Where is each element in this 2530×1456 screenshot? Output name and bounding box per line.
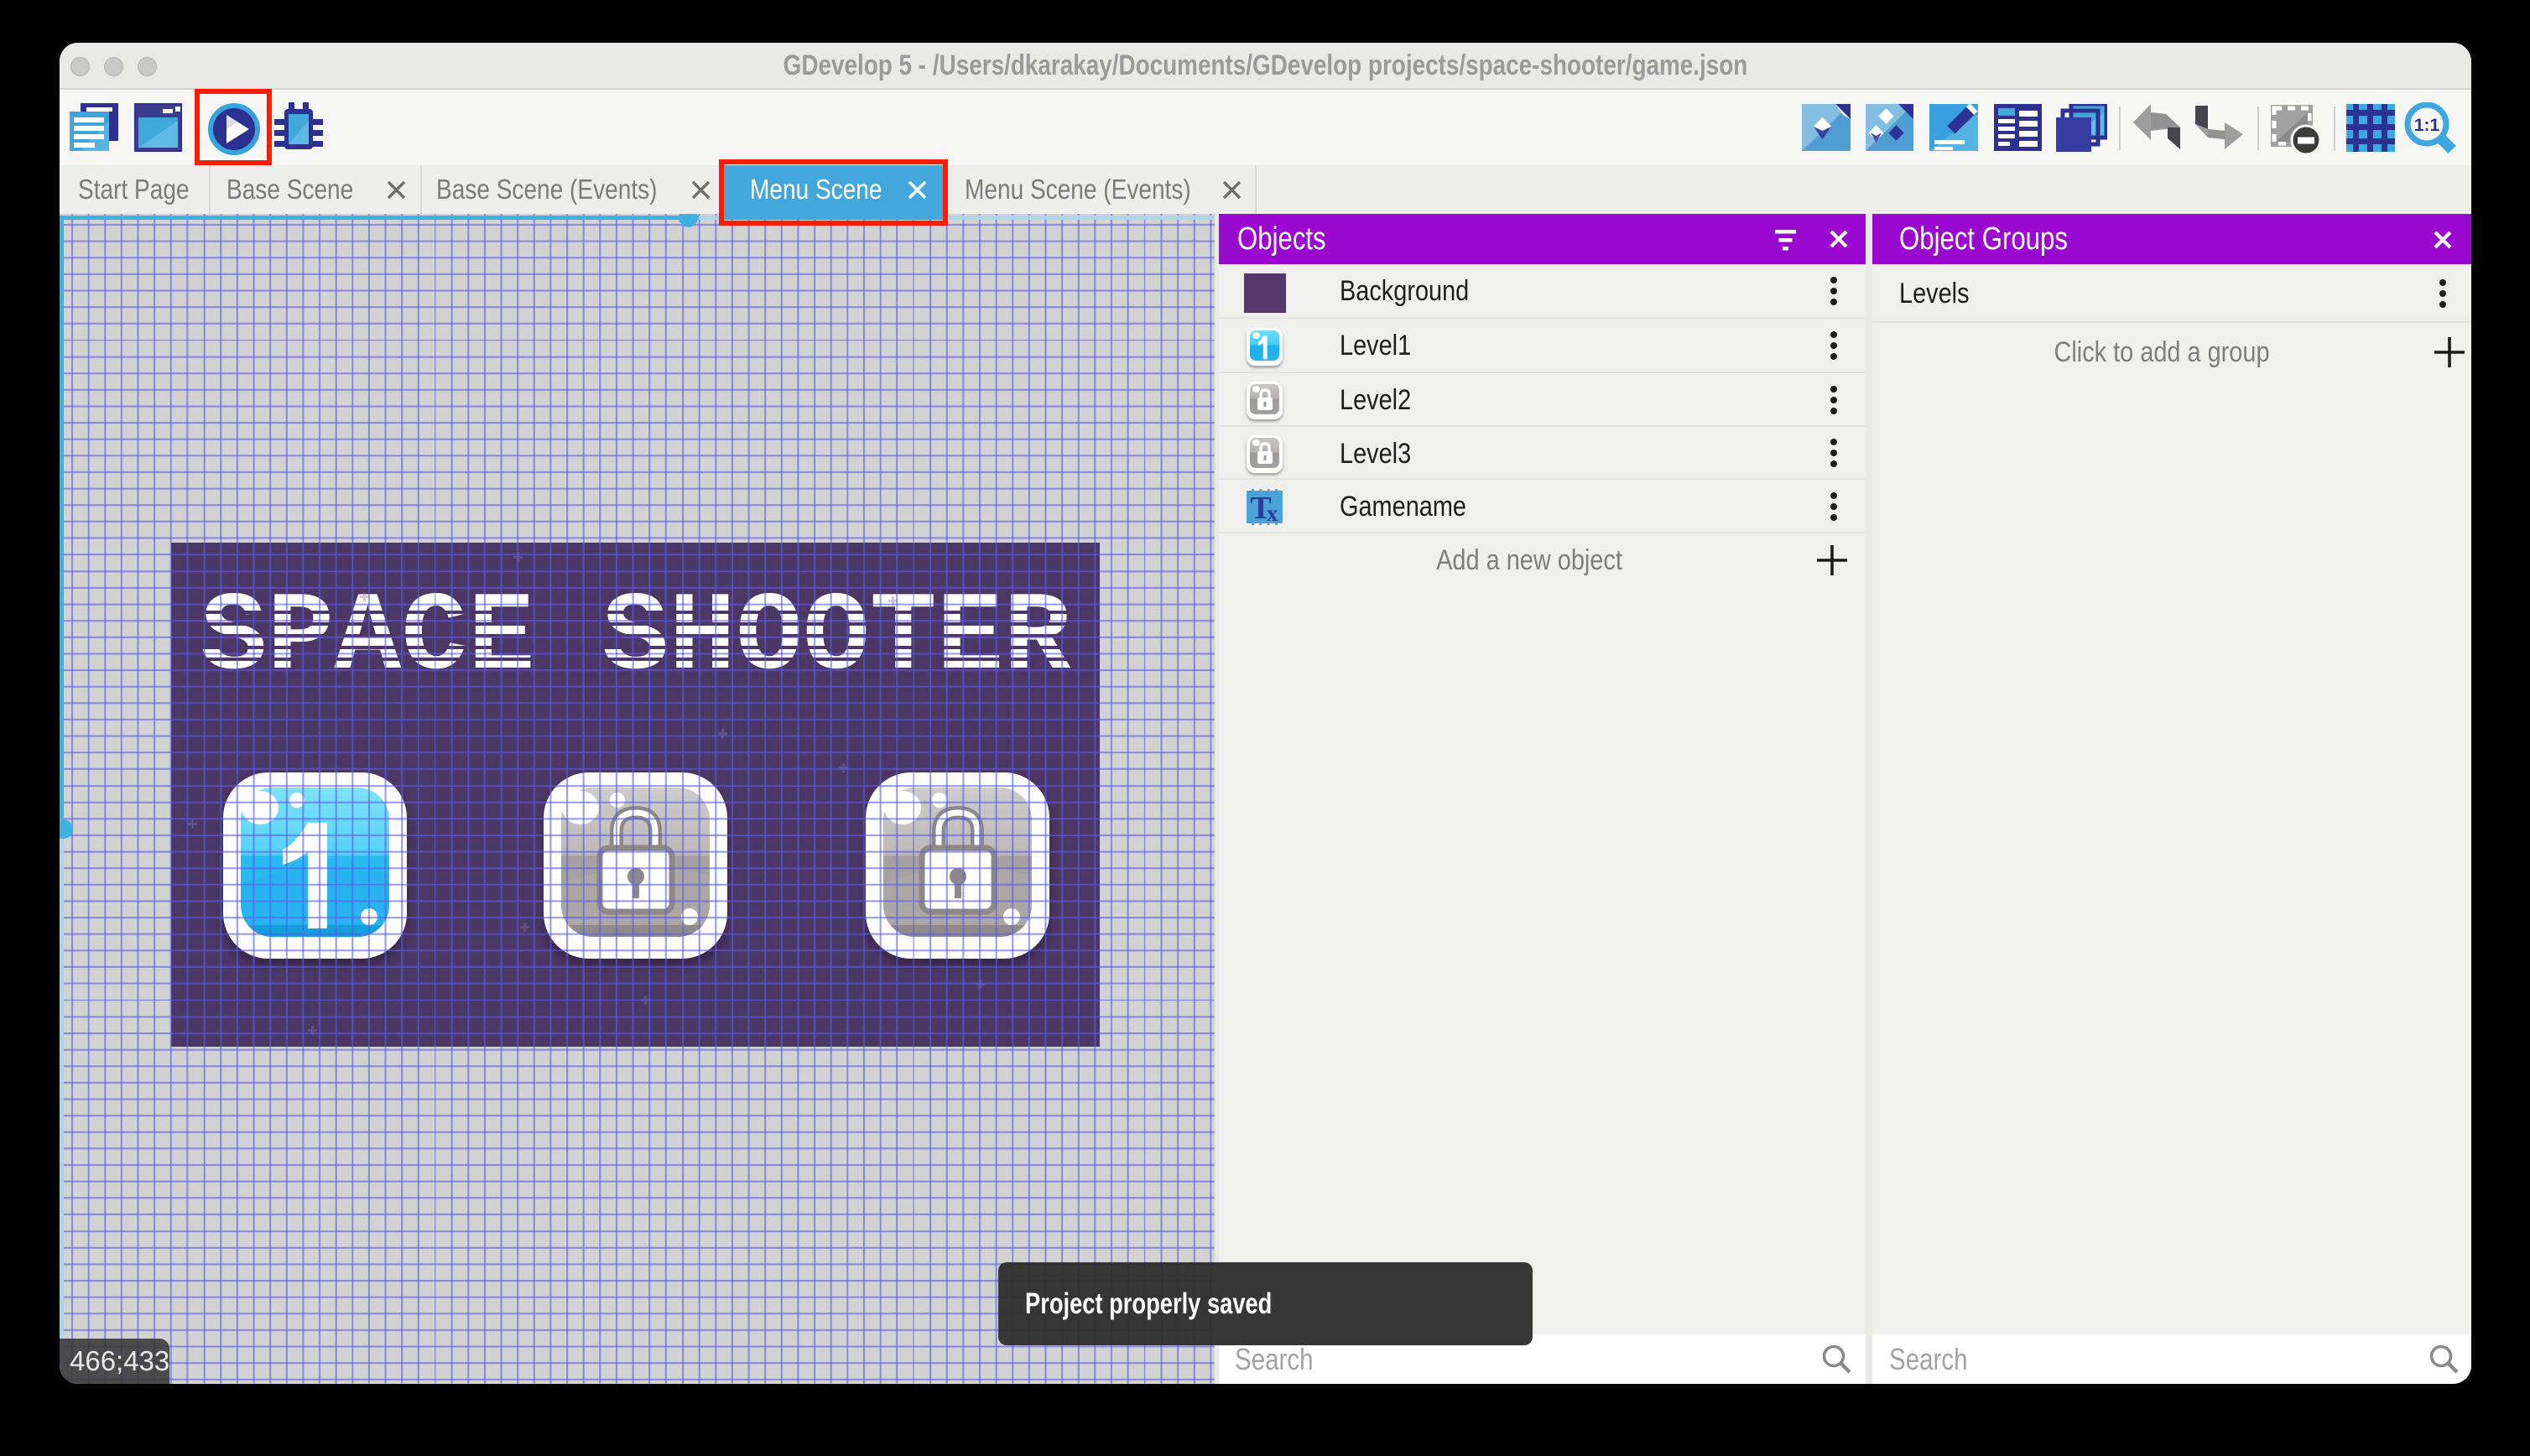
svg-text:1:1: 1:1 — [2414, 116, 2440, 135]
